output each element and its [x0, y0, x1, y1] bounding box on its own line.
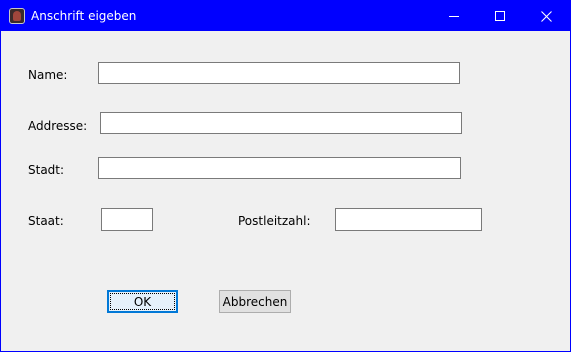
window-title: Anschrift eigeben [31, 9, 137, 23]
address-label: Addresse: [28, 119, 88, 133]
title-bar[interactable]: Anschrift eigeben [1, 1, 570, 31]
ok-button[interactable]: OK [107, 290, 178, 313]
name-input[interactable] [98, 62, 460, 84]
maximize-icon [495, 11, 505, 21]
state-input[interactable] [101, 208, 153, 231]
address-input[interactable] [100, 112, 462, 134]
close-button[interactable] [523, 1, 569, 31]
maximize-button[interactable] [477, 1, 523, 31]
app-icon [9, 8, 25, 24]
cancel-button[interactable]: Abbrechen [219, 290, 291, 313]
address-dialog-window: Anschrift eigeben Name: Addresse: Stadt:… [0, 0, 571, 352]
close-icon [540, 10, 552, 22]
minimize-button[interactable] [431, 1, 477, 31]
zip-input[interactable] [335, 208, 482, 231]
state-label: Staat: [28, 214, 64, 228]
minimize-icon [449, 16, 459, 17]
city-input[interactable] [98, 157, 461, 179]
zip-label: Postleitzahl: [238, 214, 311, 228]
city-label: Stadt: [28, 163, 65, 177]
name-label: Name: [28, 68, 68, 82]
